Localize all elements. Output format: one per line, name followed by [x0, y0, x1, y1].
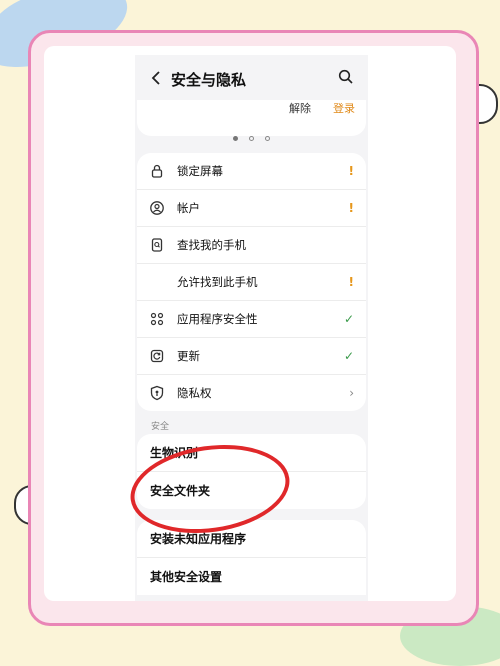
- chevron-right-icon: ›: [349, 386, 354, 400]
- row-label: 生物识别: [150, 446, 199, 460]
- carousel-dot: [249, 136, 254, 141]
- row-other-security-settings[interactable]: 其他安全设置: [137, 558, 366, 595]
- lock-icon: [151, 164, 163, 178]
- row-privacy[interactable]: 隐私权 ›: [137, 375, 366, 411]
- carousel-dot: [265, 136, 271, 141]
- apps-grid-icon: [150, 312, 164, 326]
- phone-screen: 安全与隐私 解除 登录 锁定屏幕 ! 帐户 ! 查找我的手机 允许找到此手机 !…: [135, 55, 368, 601]
- page-title: 安全与隐私: [171, 71, 247, 89]
- row-account[interactable]: 帐户 !: [137, 190, 366, 227]
- card-action-left[interactable]: 解除: [289, 100, 311, 116]
- find-phone-icon: [151, 238, 163, 252]
- search-button[interactable]: [338, 69, 356, 87]
- check-icon: ✓: [343, 349, 354, 363]
- row-update[interactable]: 更新 ✓: [137, 338, 366, 375]
- update-icon: [150, 349, 164, 363]
- warning-indicator: !: [348, 201, 354, 215]
- chevron-left-icon: [151, 71, 160, 85]
- settings-list-other: 安装未知应用程序 其他安全设置: [137, 520, 366, 595]
- search-icon: [338, 69, 353, 84]
- settings-list-main: 锁定屏幕 ! 帐户 ! 查找我的手机 允许找到此手机 ! 应用程序安全性 ✓ 更…: [137, 153, 366, 411]
- check-icon: ✓: [343, 312, 354, 326]
- row-label: 安装未知应用程序: [150, 532, 247, 546]
- row-label: 更新: [177, 349, 200, 363]
- card-action-right[interactable]: 登录: [333, 100, 355, 116]
- row-secure-folder[interactable]: 安全文件夹: [137, 472, 366, 509]
- warning-indicator: !: [348, 275, 354, 289]
- section-header: 安全: [151, 422, 170, 432]
- warning-indicator: !: [348, 164, 354, 178]
- row-allow-find-phone[interactable]: 允许找到此手机 !: [137, 264, 366, 301]
- row-label: 隐私权: [177, 386, 212, 400]
- row-label: 安全文件夹: [150, 484, 211, 498]
- account-icon: [150, 201, 164, 215]
- back-button[interactable]: [147, 69, 165, 87]
- row-label: 查找我的手机: [177, 238, 246, 252]
- row-biometrics[interactable]: 生物识别: [137, 434, 366, 472]
- top-app-bar: 安全与隐私: [135, 55, 368, 101]
- carousel-dot: [232, 136, 238, 141]
- row-label: 锁定屏幕: [177, 164, 223, 178]
- row-label: 其他安全设置: [150, 570, 223, 584]
- row-label: 帐户: [177, 201, 200, 215]
- row-app-security[interactable]: 应用程序安全性 ✓: [137, 301, 366, 338]
- carousel-indicator: [135, 126, 368, 141]
- row-lock-screen[interactable]: 锁定屏幕 !: [137, 153, 366, 190]
- row-label: 允许找到此手机: [177, 275, 258, 289]
- settings-list-security: 生物识别 安全文件夹: [137, 434, 366, 509]
- row-label: 应用程序安全性: [177, 312, 258, 326]
- row-find-my-phone[interactable]: 查找我的手机: [137, 227, 366, 264]
- row-install-unknown-apps[interactable]: 安装未知应用程序: [137, 520, 366, 558]
- privacy-shield-icon: [150, 385, 164, 401]
